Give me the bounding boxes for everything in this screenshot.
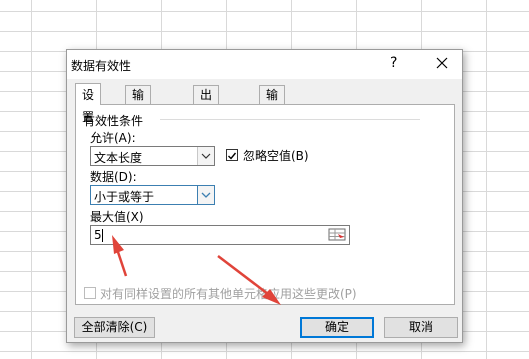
help-button[interactable]: ? [390, 55, 397, 71]
allow-select[interactable]: 文本长度 [90, 146, 215, 166]
chevron-down-icon [197, 186, 214, 204]
data-validation-dialog: 数据有效性 ? 设置 输入信息 出错警告 输入法模式 有效性条件 允许(A): … [66, 49, 463, 343]
settings-panel: 有效性条件 允许(A): 文本长度 忽略空值(B) 数据(D): 小于或等于 最… [75, 104, 455, 305]
checkmark-icon [228, 152, 237, 160]
data-select-value: 小于或等于 [94, 190, 155, 204]
chevron-down-icon [197, 147, 214, 165]
dialog-titlebar: 数据有效性 ? [67, 50, 462, 79]
ok-button[interactable]: 确定 [300, 317, 374, 338]
allow-select-value: 文本长度 [94, 151, 143, 165]
range-select-icon[interactable] [328, 227, 348, 243]
cancel-button[interactable]: 取消 [384, 317, 458, 338]
tab-ime-mode[interactable]: 输入法模式 [259, 85, 286, 178]
apply-all-label: 对有同样设置的所有其他单元格应用这些更改(P) [100, 287, 357, 301]
tab-error-alert[interactable]: 出错警告 [193, 85, 220, 159]
data-select[interactable]: 小于或等于 [90, 185, 215, 205]
text-caret [102, 229, 103, 242]
tab-input-message[interactable]: 输入信息 [125, 85, 152, 159]
max-value-text: 5 [94, 228, 102, 242]
ignore-blank-label: 忽略空值(B) [243, 149, 309, 163]
group-divider [160, 119, 420, 120]
max-label: 最大值(X) [90, 210, 144, 224]
dialog-title: 数据有效性 [71, 59, 132, 73]
tab-settings[interactable]: 设置 [75, 83, 102, 124]
max-value-input[interactable]: 5 [90, 225, 350, 245]
close-icon[interactable] [431, 52, 453, 74]
data-label: 数据(D): [90, 170, 137, 184]
allow-label: 允许(A): [90, 131, 136, 145]
clear-all-button[interactable]: 全部清除(C) [74, 317, 155, 338]
ignore-blank-checkbox[interactable] [226, 149, 238, 161]
apply-all-checkbox[interactable] [84, 287, 96, 299]
